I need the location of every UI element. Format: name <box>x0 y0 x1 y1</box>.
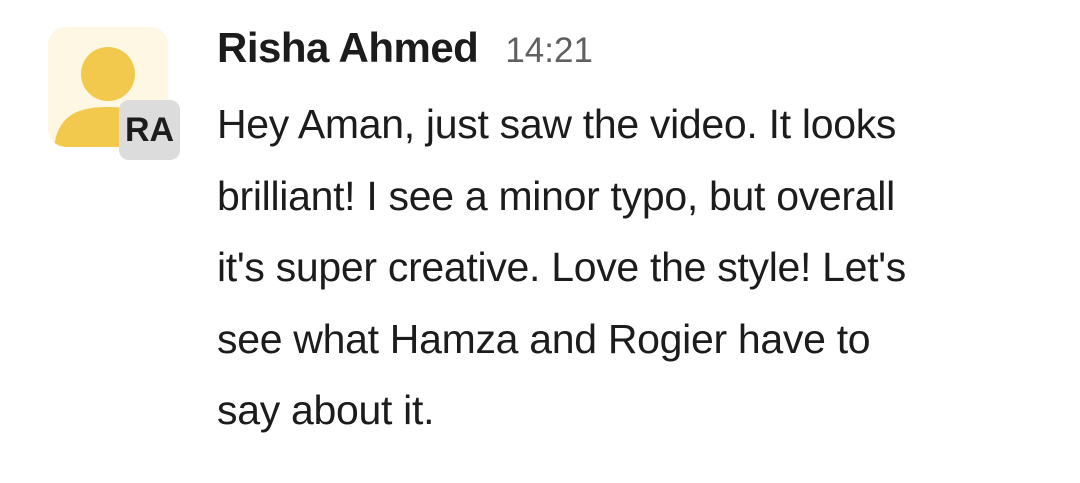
message-header: Risha Ahmed 14:21 <box>217 24 593 84</box>
message-line: see what Hamza and Rogier have to <box>217 315 871 362</box>
message-line: say about it. <box>217 387 435 433</box>
avatar-initials-badge: RA <box>119 100 180 160</box>
message-body: Hey Aman, just saw the video. It looks b… <box>217 89 1047 447</box>
message-timestamp[interactable]: 14:21 <box>505 31 593 71</box>
chat-message: RA Risha Ahmed 14:21 Hey Aman, just saw … <box>0 0 1080 483</box>
message-line: it's super creative. Love the style! Let… <box>217 244 907 290</box>
message-line: Hey Aman, just saw the video. It looks <box>217 101 897 147</box>
sender-name[interactable]: Risha Ahmed <box>217 24 479 72</box>
message-line: brilliant! I see a minor typo, but overa… <box>217 172 895 219</box>
